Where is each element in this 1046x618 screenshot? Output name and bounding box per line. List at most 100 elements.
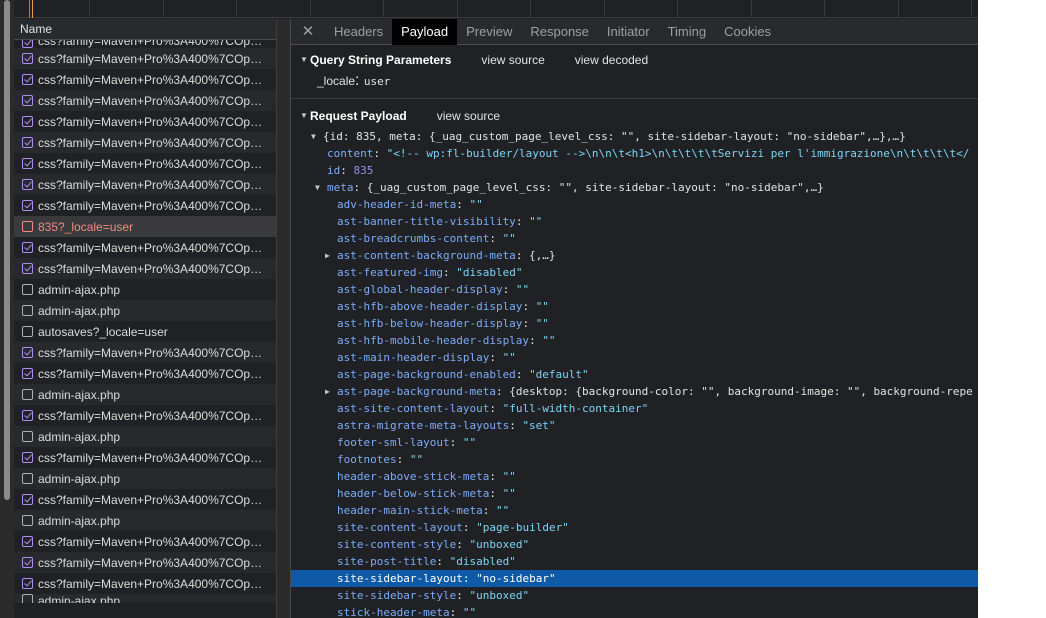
- request-row[interactable]: css?family=Maven+Pro%3A400%7COp…: [14, 531, 276, 552]
- tab-preview[interactable]: Preview: [457, 19, 521, 45]
- query-param-row[interactable]: _locale: user: [291, 71, 978, 91]
- payload-line[interactable]: site-post-title: "disabled": [291, 553, 978, 570]
- tab-cookies[interactable]: Cookies: [715, 19, 780, 45]
- query-view-decoded-link[interactable]: view decoded: [575, 49, 648, 71]
- request-row[interactable]: css?family=Maven+Pro%3A400%7COp…: [14, 40, 276, 48]
- payload-line[interactable]: site-content-layout: "page-builder": [291, 519, 978, 536]
- payload-line[interactable]: ast-banner-title-visibility: "": [291, 213, 978, 230]
- request-name: admin-ajax.php: [38, 303, 121, 318]
- payload-line[interactable]: ▶ ast-page-background-meta: {desktop: {ba…: [291, 383, 978, 400]
- request-row[interactable]: css?family=Maven+Pro%3A400%7COp…: [14, 111, 276, 132]
- payload-line[interactable]: adv-header-id-meta: "": [291, 196, 978, 213]
- css-icon: [22, 368, 33, 379]
- payload-line[interactable]: astra-migrate-meta-layouts: "set": [291, 417, 978, 434]
- tab-initiator[interactable]: Initiator: [598, 19, 659, 45]
- request-row[interactable]: css?family=Maven+Pro%3A400%7COp…: [14, 132, 276, 153]
- payload-line[interactable]: ▼ meta: {_uag_custom_page_level_css: "", …: [291, 179, 978, 196]
- payload-value: "page-builder": [476, 521, 569, 534]
- timeline-grid-tick: [89, 0, 90, 18]
- request-row[interactable]: css?family=Maven+Pro%3A400%7COp…: [14, 258, 276, 279]
- request-row[interactable]: css?family=Maven+Pro%3A400%7COp…: [14, 573, 276, 594]
- request-row[interactable]: admin-ajax.php: [14, 510, 276, 531]
- request-row[interactable]: css?family=Maven+Pro%3A400%7COp…: [14, 195, 276, 216]
- query-view-source-link[interactable]: view source: [481, 49, 544, 71]
- tab-response[interactable]: Response: [521, 19, 598, 45]
- css-icon: [22, 536, 33, 547]
- payload-key: site-sidebar-style: [337, 589, 457, 602]
- error-document-icon: [22, 221, 33, 232]
- payload-line-selected[interactable]: site-sidebar-layout: "no-sidebar": [291, 570, 978, 587]
- request-row[interactable]: css?family=Maven+Pro%3A400%7COp…: [14, 489, 276, 510]
- collapse-triangle-icon[interactable]: ▼: [315, 179, 320, 196]
- payload-line[interactable]: ast-hfb-above-header-display: "": [291, 298, 978, 315]
- payload-line[interactable]: footer-sml-layout: "": [291, 434, 978, 451]
- request-row[interactable]: admin-ajax.php: [14, 468, 276, 489]
- close-icon[interactable]: ✕: [291, 19, 325, 45]
- request-row[interactable]: css?family=Maven+Pro%3A400%7COp…: [14, 174, 276, 195]
- request-row[interactable]: 835?_locale=user: [14, 216, 276, 237]
- network-timeline-overview[interactable]: [14, 0, 978, 18]
- payload-punctuation: :: [373, 147, 387, 160]
- vertical-scrollbar[interactable]: [0, 0, 14, 618]
- payload-line[interactable]: header-above-stick-meta: "": [291, 468, 978, 485]
- request-row[interactable]: admin-ajax.php: [14, 279, 276, 300]
- collapse-triangle-icon[interactable]: ▼: [311, 128, 316, 145]
- request-row[interactable]: css?family=Maven+Pro%3A400%7COp…: [14, 552, 276, 573]
- expand-triangle-icon[interactable]: ▼: [300, 105, 310, 127]
- payload-line[interactable]: site-sidebar-style: "unboxed": [291, 587, 978, 604]
- payload-line[interactable]: ast-hfb-mobile-header-display: "": [291, 332, 978, 349]
- request-row[interactable]: css?family=Maven+Pro%3A400%7COp…: [14, 90, 276, 111]
- name-column-header[interactable]: Name: [14, 19, 276, 40]
- payload-punctuation: :: [515, 215, 530, 228]
- payload-line[interactable]: ast-featured-img: "disabled": [291, 264, 978, 281]
- payload-punctuation: :: [509, 419, 523, 432]
- css-icon: [22, 452, 33, 463]
- payload-line[interactable]: ast-global-header-display: "": [291, 281, 978, 298]
- scrollbar-thumb[interactable]: [4, 0, 10, 500]
- payload-line[interactable]: stick-header-meta: "": [291, 604, 978, 618]
- panel-splitter-scrollbar[interactable]: [276, 19, 291, 618]
- request-row[interactable]: admin-ajax.php: [14, 300, 276, 321]
- tab-timing[interactable]: Timing: [659, 19, 716, 45]
- payload-line[interactable]: site-content-style: "unboxed": [291, 536, 978, 553]
- request-payload-section-header[interactable]: ▼ Request Payload view source: [291, 105, 978, 127]
- payload-view-source-link[interactable]: view source: [437, 105, 500, 127]
- request-row[interactable]: css?family=Maven+Pro%3A400%7COp…: [14, 69, 276, 90]
- request-row[interactable]: autosaves?_locale=user: [14, 321, 276, 342]
- payload-line[interactable]: ▼ {id: 835, meta: {_uag_custom_page_level…: [291, 128, 978, 145]
- request-row[interactable]: admin-ajax.php: [14, 426, 276, 447]
- payload-line[interactable]: footnotes: "": [291, 451, 978, 468]
- payload-punctuation: :: [436, 555, 450, 568]
- payload-line[interactable]: content: "<!-- wp:fl-builder/layout -->\…: [291, 145, 978, 162]
- expand-triangle-icon[interactable]: ▶: [325, 247, 330, 264]
- expand-triangle-icon[interactable]: ▶: [325, 383, 330, 400]
- expand-triangle-icon[interactable]: ▼: [300, 49, 310, 71]
- payload-punctuation: :: [449, 436, 463, 449]
- request-row[interactable]: css?family=Maven+Pro%3A400%7COp…: [14, 405, 276, 426]
- request-row[interactable]: css?family=Maven+Pro%3A400%7COp…: [14, 237, 276, 258]
- request-name: admin-ajax.php: [38, 471, 121, 486]
- payload-line[interactable]: ast-main-header-display: "": [291, 349, 978, 366]
- request-row[interactable]: css?family=Maven+Pro%3A400%7COp…: [14, 48, 276, 69]
- payload-key: ast-banner-title-visibility: [337, 215, 516, 228]
- request-row[interactable]: admin-ajax.php: [14, 594, 276, 603]
- request-row[interactable]: css?family=Maven+Pro%3A400%7COp…: [14, 153, 276, 174]
- request-row[interactable]: css?family=Maven+Pro%3A400%7COp…: [14, 363, 276, 384]
- request-row[interactable]: css?family=Maven+Pro%3A400%7COp…: [14, 342, 276, 363]
- tab-headers[interactable]: Headers: [325, 19, 392, 45]
- payload-line[interactable]: ast-site-content-layout: "full-width-con…: [291, 400, 978, 417]
- payload-line[interactable]: ast-page-background-enabled: "default": [291, 366, 978, 383]
- payload-line[interactable]: header-below-stick-meta: "": [291, 485, 978, 502]
- request-name: css?family=Maven+Pro%3A400%7COp…: [38, 576, 263, 591]
- payload-line[interactable]: header-main-stick-meta: "": [291, 502, 978, 519]
- css-icon: [22, 158, 33, 169]
- payload-line[interactable]: ▶ ast-content-background-meta: {,…}: [291, 247, 978, 264]
- tab-payload[interactable]: Payload: [392, 19, 458, 45]
- payload-line[interactable]: ast-breadcrumbs-content: "": [291, 230, 978, 247]
- request-row[interactable]: css?family=Maven+Pro%3A400%7COp…: [14, 447, 276, 468]
- payload-punctuation: :: [462, 521, 477, 534]
- request-row[interactable]: admin-ajax.php: [14, 384, 276, 405]
- payload-line[interactable]: ast-hfb-below-header-display: "": [291, 315, 978, 332]
- query-string-section-header[interactable]: ▼ Query String Parameters view source vi…: [291, 49, 978, 71]
- payload-line[interactable]: id: 835: [291, 162, 978, 179]
